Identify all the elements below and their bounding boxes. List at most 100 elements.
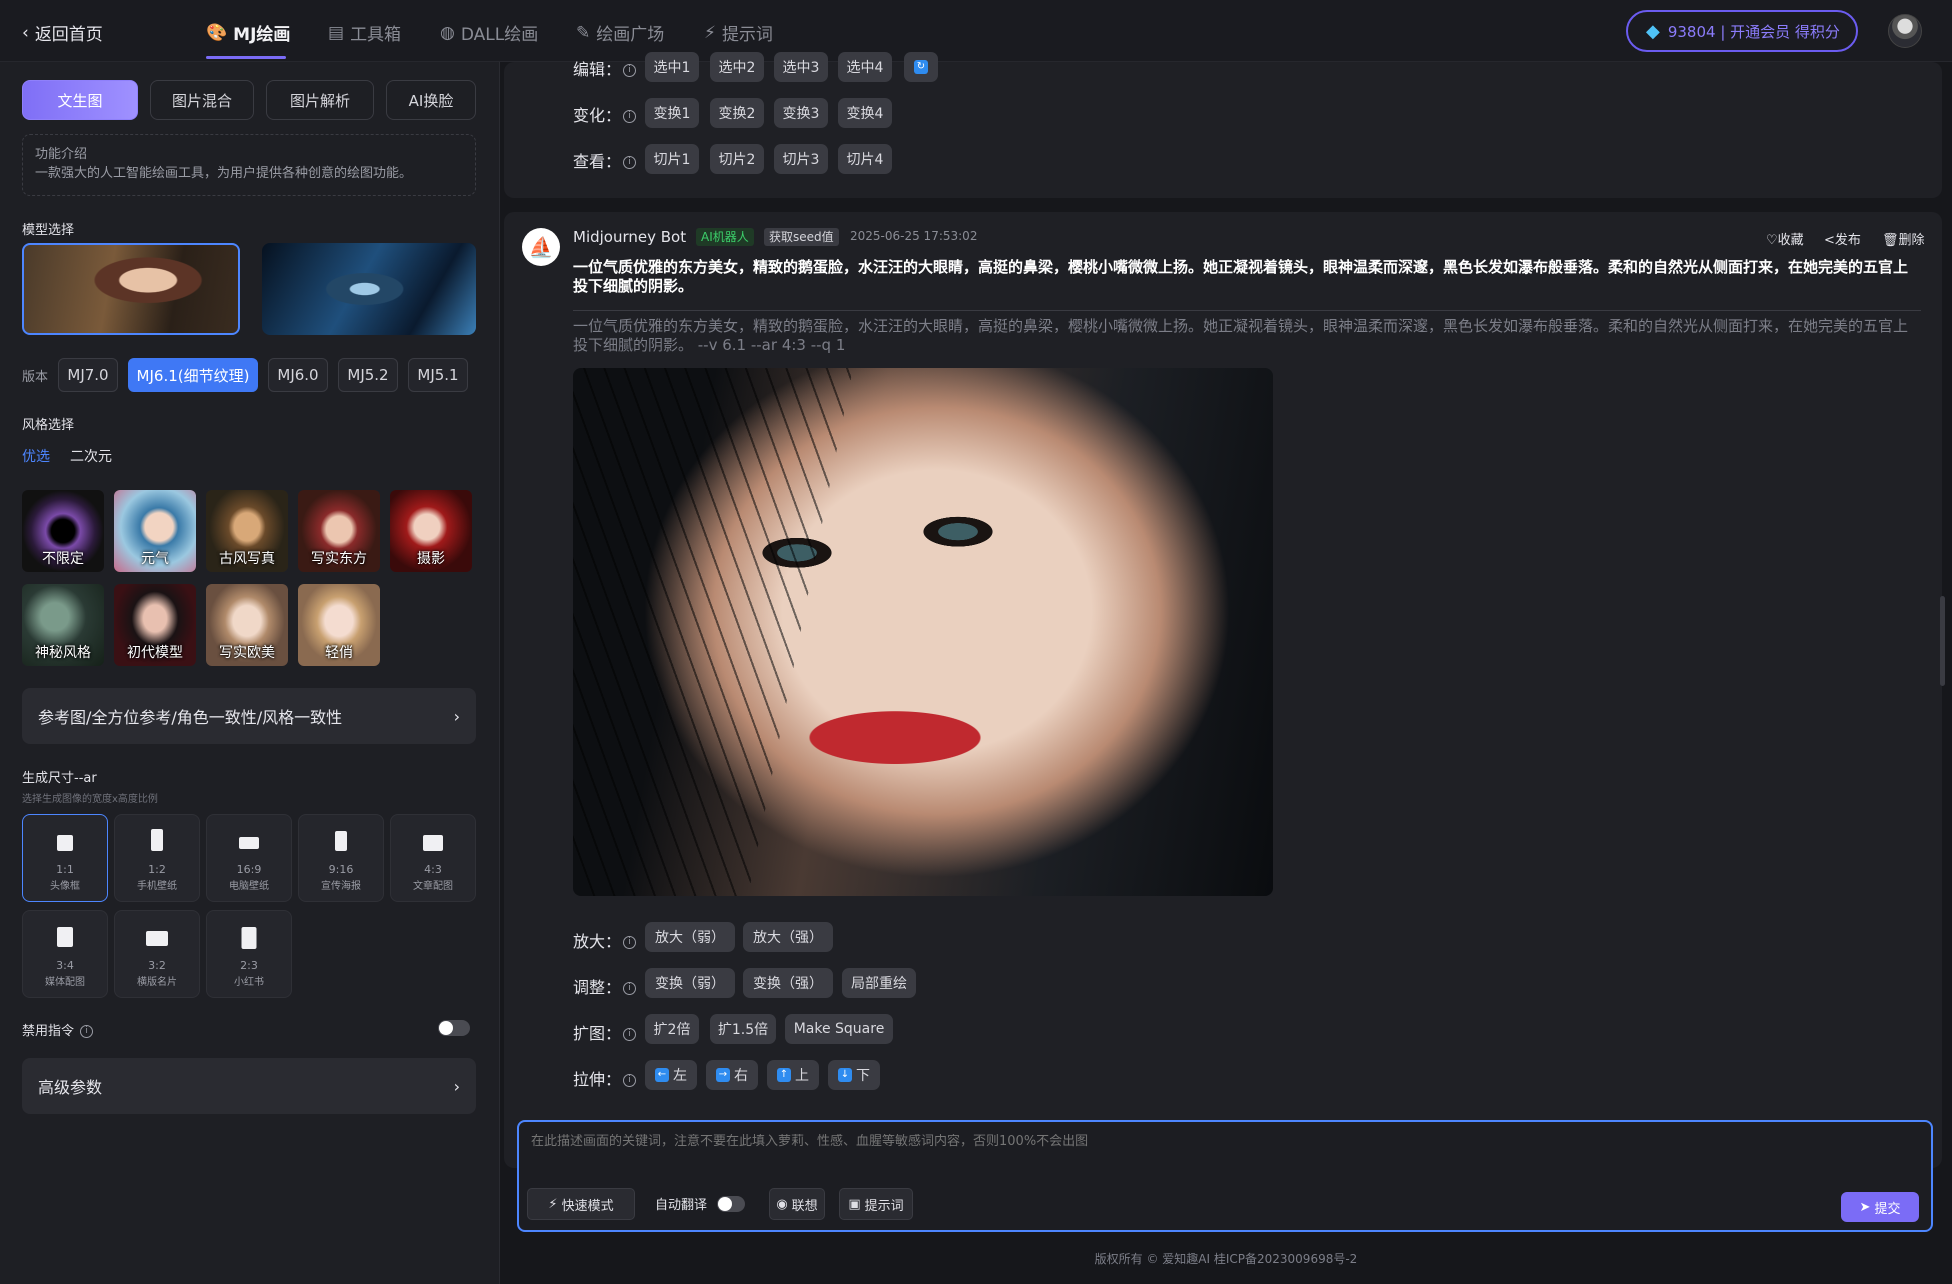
tab-gallery[interactable]: ✎ 绘画广场 <box>576 20 664 46</box>
size-option-1-1[interactable]: 1:1 头像框 <box>22 814 108 902</box>
collect-button[interactable]: ♡收藏 <box>1766 229 1804 248</box>
fast-mode-button[interactable]: ⚡ 快速模式 <box>527 1188 635 1220</box>
brush-icon: ✎ <box>576 22 591 43</box>
delete-button[interactable]: 🗑删除 <box>1882 229 1925 248</box>
associate-button[interactable]: ◉ 联想 <box>769 1188 825 1220</box>
size-option-9-16[interactable]: 9:16 宣传海报 <box>298 814 384 902</box>
disable-command-toggle[interactable] <box>438 1020 470 1036</box>
slice-3-button[interactable]: 切片3 <box>774 144 828 174</box>
vary-2-button[interactable]: 变换2 <box>710 98 764 128</box>
select-1-button[interactable]: 选中1 <box>645 52 699 82</box>
submit-button[interactable]: ➤ 提交 <box>1841 1192 1919 1222</box>
tab-text-to-image[interactable]: 文生图 <box>22 80 138 120</box>
refresh-icon: ↻ <box>914 60 928 74</box>
slice-2-button[interactable]: 切片2 <box>710 144 764 174</box>
size-option-3-2[interactable]: 3:2 横版名片 <box>114 910 200 998</box>
select-2-button[interactable]: 选中2 <box>710 52 764 82</box>
get-seed-button[interactable]: 获取seed值 <box>764 228 839 246</box>
style-tile-unlimited[interactable]: 不限定 <box>22 490 104 572</box>
vary-3-button[interactable]: 变换3 <box>774 98 828 128</box>
expand-label: 扩图： i <box>573 1020 637 1044</box>
generated-image[interactable] <box>573 368 1273 896</box>
chevron-left-icon: ‹ <box>22 22 29 43</box>
prompt-input[interactable] <box>531 1134 1911 1149</box>
feature-intro: 功能介绍 一款强大的人工智能绘画工具，为用户提供各种创意的绘图功能。 <box>22 134 476 196</box>
bulb-icon: ◉ <box>776 1196 788 1212</box>
advanced-params-row[interactable]: 高级参数 › <box>22 1058 476 1114</box>
message-time: 2025-06-25 17:53:02 <box>850 229 978 243</box>
vary-subtle-button[interactable]: 变换（弱） <box>645 968 735 998</box>
make-square-button[interactable]: Make Square <box>785 1014 893 1044</box>
tab-toolbox[interactable]: ▤ 工具箱 <box>328 20 401 46</box>
member-points-button[interactable]: ◆ 93804 | 开通会员 得积分 <box>1626 10 1858 52</box>
landscape-icon <box>423 835 443 851</box>
back-home-link[interactable]: ‹ 返回首页 <box>22 20 103 46</box>
magic-icon: ⚡ <box>704 22 716 43</box>
size-title: 生成尺寸--ar <box>22 771 97 786</box>
palette-icon: 🎨 <box>206 22 228 43</box>
app-root: ‹ 返回首页 🎨 MJ绘画 ▤ 工具箱 ◍ DALL绘画 ✎ 绘画广场 ⚡ 提示词 ◆ 9… <box>0 0 1952 1284</box>
version-mj6-1[interactable]: MJ6.1(细节纹理) <box>128 358 258 392</box>
reference-settings-row[interactable]: 参考图/全方位参考/角色一致性/风格一致性 › <box>22 688 476 744</box>
style-tile-realistic-western[interactable]: 写实欧美 <box>206 584 288 666</box>
style-tab-anime[interactable]: 二次元 <box>70 446 112 466</box>
slice-1-button[interactable]: 切片1 <box>645 144 699 174</box>
style-tile-mystic[interactable]: 神秘风格 <box>22 584 104 666</box>
stretch-label: 拉伸： i <box>573 1066 637 1090</box>
footer-copyright: 版权所有 © 爱知趣AI 桂ICP备2023009698号-2 <box>1094 1252 1358 1266</box>
model-card-anime[interactable] <box>262 243 476 335</box>
zoom-2x-button[interactable]: 扩2倍 <box>645 1014 699 1044</box>
tab-image-blend[interactable]: 图片混合 <box>150 80 254 120</box>
select-3-button[interactable]: 选中3 <box>774 52 828 82</box>
share-icon: < <box>1824 233 1835 248</box>
style-tile-ancient-portrait[interactable]: 古风写真 <box>206 490 288 572</box>
pan-left-button[interactable]: ← 左 <box>645 1060 697 1090</box>
message-author: Midjourney Bot <box>573 228 687 246</box>
refresh-button[interactable]: ↻ <box>904 52 938 82</box>
style-tile-original-model[interactable]: 初代模型 <box>114 584 196 666</box>
arrow-up-icon: ↑ <box>777 1068 791 1082</box>
tab-prompts[interactable]: ⚡ 提示词 <box>704 20 773 46</box>
robot-icon: ▣ <box>848 1196 861 1212</box>
upscale-subtle-button[interactable]: 放大（弱） <box>645 922 735 952</box>
scrollbar-thumb[interactable] <box>1940 596 1945 686</box>
size-option-2-3[interactable]: 2:3 小红书 <box>206 910 292 998</box>
version-mj6-0[interactable]: MJ6.0 <box>268 358 328 392</box>
vary-1-button[interactable]: 变换1 <box>645 98 699 128</box>
upscale-creative-button[interactable]: 放大（强） <box>743 922 833 952</box>
inpaint-button[interactable]: 局部重绘 <box>842 968 916 998</box>
style-tile-photography[interactable]: 摄影 <box>390 490 472 572</box>
message-prompt: 一位气质优雅的东方美女，精致的鹅蛋脸，水汪汪的大眼睛，高挺的鼻梁，樱桃小嘴微微上… <box>573 310 1921 355</box>
version-mj5-1[interactable]: MJ5.1 <box>408 358 468 392</box>
select-4-button[interactable]: 选中4 <box>838 52 892 82</box>
vary-4-button[interactable]: 变换4 <box>838 98 892 128</box>
publish-button[interactable]: <发布 <box>1824 229 1861 248</box>
pan-up-button[interactable]: ↑ 上 <box>767 1060 819 1090</box>
landscape-icon <box>239 837 259 849</box>
zoom-1-5x-button[interactable]: 扩1.5倍 <box>710 1014 776 1044</box>
tab-mj-draw[interactable]: 🎨 MJ绘画 <box>206 20 290 46</box>
previous-result-card <box>504 62 1942 198</box>
size-option-3-4[interactable]: 3:4 媒体配图 <box>22 910 108 998</box>
model-card-realistic[interactable] <box>22 243 240 335</box>
tab-image-describe[interactable]: 图片解析 <box>266 80 374 120</box>
version-mj7-0[interactable]: MJ7.0 <box>58 358 118 392</box>
version-mj5-2[interactable]: MJ5.2 <box>338 358 398 392</box>
edit-label: 编辑： i <box>573 56 637 80</box>
slice-4-button[interactable]: 切片4 <box>838 144 892 174</box>
pan-right-button[interactable]: → 右 <box>706 1060 758 1090</box>
size-option-16-9[interactable]: 16:9 电脑壁纸 <box>206 814 292 902</box>
size-option-1-2[interactable]: 1:2 手机壁纸 <box>114 814 200 902</box>
auto-translate-toggle[interactable] <box>717 1196 745 1212</box>
style-tile-vitality[interactable]: 元气 <box>114 490 196 572</box>
style-tab-preferred[interactable]: 优选 <box>22 446 50 466</box>
vary-strong-button[interactable]: 变换（强） <box>743 968 833 998</box>
user-avatar[interactable] <box>1888 14 1922 48</box>
tab-dall-draw[interactable]: ◍ DALL绘画 <box>440 20 538 46</box>
size-option-4-3[interactable]: 4:3 文章配图 <box>390 814 476 902</box>
prompt-helper-button[interactable]: ▣ 提示词 <box>839 1188 913 1220</box>
style-tile-playful[interactable]: 轻俏 <box>298 584 380 666</box>
tab-face-swap[interactable]: AI换脸 <box>386 80 476 120</box>
pan-down-button[interactable]: ↓ 下 <box>828 1060 880 1090</box>
style-tile-realistic-eastern[interactable]: 写实东方 <box>298 490 380 572</box>
